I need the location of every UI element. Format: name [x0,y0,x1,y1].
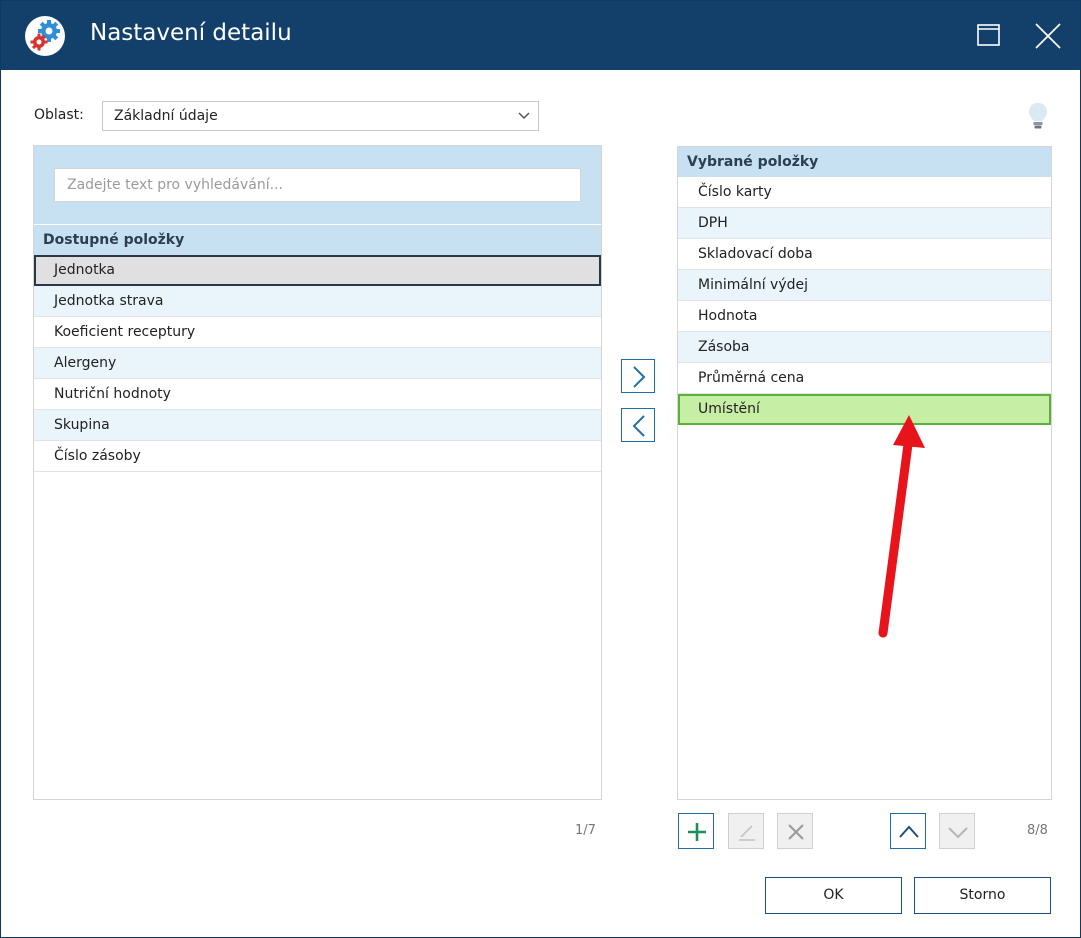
list-item[interactable]: Jednotka strava [34,286,601,317]
window-title: Nastavení detailu [90,20,292,46]
chevron-up-icon [899,825,919,838]
move-left-button[interactable] [621,408,655,442]
list-item[interactable]: Skladovací doba [678,239,1051,270]
move-down-button[interactable] [939,813,975,849]
delete-item-button[interactable] [777,813,813,849]
selected-items-panel: Vybrané položky Číslo karty DPH Skladova… [677,146,1052,800]
selected-items-counter: 8/8 [1027,823,1048,838]
delete-x-icon [788,824,804,840]
list-item[interactable]: Koeficient receptury [34,317,601,348]
title-bar: Nastavení detailu [1,1,1080,70]
add-item-button[interactable] [678,813,714,849]
list-item[interactable]: Umístění [678,394,1051,425]
cancel-button[interactable]: Storno [914,877,1051,914]
list-item[interactable]: Alergeny [34,348,601,379]
list-item[interactable]: Číslo zásoby [34,441,601,472]
chevron-down-icon [518,112,530,120]
search-input[interactable] [54,168,581,202]
chevron-right-icon [633,366,646,388]
list-item[interactable]: Hodnota [678,301,1051,332]
list-item[interactable]: Průměrná cena [678,363,1051,394]
list-item[interactable]: Číslo karty [678,177,1051,208]
gears-icon [25,16,65,56]
list-item[interactable]: Jednotka [34,255,601,286]
list-item[interactable]: Minimální výdej [678,270,1051,301]
list-item[interactable]: Nutriční hodnoty [34,379,601,410]
pencil-icon [739,825,755,841]
maximize-icon [977,24,1000,46]
chevron-left-icon [632,415,645,437]
available-items-counter: 1/7 [575,823,596,838]
close-button[interactable] [1030,18,1066,54]
lightbulb-icon[interactable] [1027,101,1049,131]
list-item[interactable]: Skupina [34,410,601,441]
selected-items-list: Číslo karty DPH Skladovací doba Minimáln… [678,177,1051,425]
edit-item-button[interactable] [728,813,764,849]
list-item[interactable]: Zásoba [678,332,1051,363]
dialog-window: Nastavení detailu Oblast: Základní údaje [0,0,1081,938]
move-up-button[interactable] [890,813,926,849]
move-right-button[interactable] [621,359,655,393]
area-select[interactable]: Základní údaje [102,101,539,131]
maximize-button[interactable] [971,18,1007,54]
available-items-header: Dostupné položky [34,225,601,255]
available-items-list: Jednotka Jednotka strava Koeficient rece… [34,255,601,472]
selected-items-header: Vybrané položky [678,147,1051,177]
chevron-down-icon [948,827,968,839]
list-item[interactable]: DPH [678,208,1051,239]
plus-icon [688,823,706,841]
search-area [34,146,601,224]
ok-button[interactable]: OK [765,877,902,914]
area-select-value: Základní údaje [114,108,218,124]
close-icon [1035,23,1061,49]
available-items-panel: Dostupné položky Jednotka Jednotka strav… [33,145,602,800]
area-label: Oblast: [34,107,84,123]
